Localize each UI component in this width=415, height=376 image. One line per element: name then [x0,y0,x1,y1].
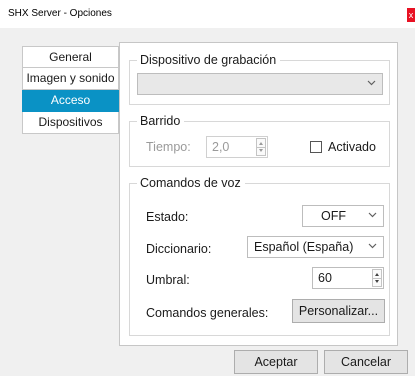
chevron-down-icon [368,237,378,257]
general-commands-label: Comandos generales: [146,306,269,320]
sweep-legend: Barrido [137,113,185,129]
voice-state-select[interactable]: OFF [302,205,384,227]
sweep-time-label: Tiempo: [146,140,191,154]
sweep-group: Barrido Tiempo: 2,0 Activado [129,113,390,167]
options-nav: General Imagen y sonido Acceso Dispositi… [22,46,119,134]
dictionary-label: Diccionario: [146,242,212,256]
voice-state-value: OFF [321,209,346,223]
dictionary-select[interactable]: Español (España) [247,236,384,258]
title-bar: SHX Server - Opciones x [0,0,415,28]
close-icon: x [408,10,414,20]
sweep-enabled-label: Activado [328,140,376,154]
cancel-button[interactable]: Cancelar [324,350,408,374]
nav-item-imagen-sonido[interactable]: Imagen y sonido [22,68,119,90]
chevron-down-icon [368,206,378,226]
sweep-enabled-checkbox[interactable] [310,141,322,153]
window-title: SHX Server - Opciones [8,8,112,19]
nav-item-general[interactable]: General [22,46,119,68]
recording-device-legend: Dispositivo de grabación [137,52,281,68]
sweep-time-spinner[interactable]: 2,0 [206,136,268,158]
recording-device-select[interactable] [137,73,383,95]
customize-button[interactable]: Personalizar... [292,299,385,323]
accept-button[interactable]: Aceptar [234,350,318,374]
acceso-panel: Dispositivo de grabación Barrido Tiempo:… [119,42,398,346]
close-button[interactable]: x [407,8,415,22]
threshold-spinner[interactable]: 60 [312,267,384,289]
threshold-label: Umbral: [146,273,190,287]
voice-commands-group: Comandos de voz Estado: OFF Diccionario:… [129,175,390,336]
dictionary-value: Español (España) [254,240,354,254]
chevron-down-icon [367,74,377,94]
voice-state-label: Estado: [146,210,189,224]
threshold-value: 60 [318,271,332,285]
nav-item-dispositivos[interactable]: Dispositivos [22,112,119,134]
voice-commands-legend: Comandos de voz [137,175,245,191]
sweep-time-value: 2,0 [212,140,230,154]
recording-device-group: Dispositivo de grabación [129,52,390,105]
spinner-arrows-icon[interactable] [256,138,266,156]
nav-item-acceso[interactable]: Acceso [22,90,119,112]
spinner-arrows-icon[interactable] [372,269,382,287]
